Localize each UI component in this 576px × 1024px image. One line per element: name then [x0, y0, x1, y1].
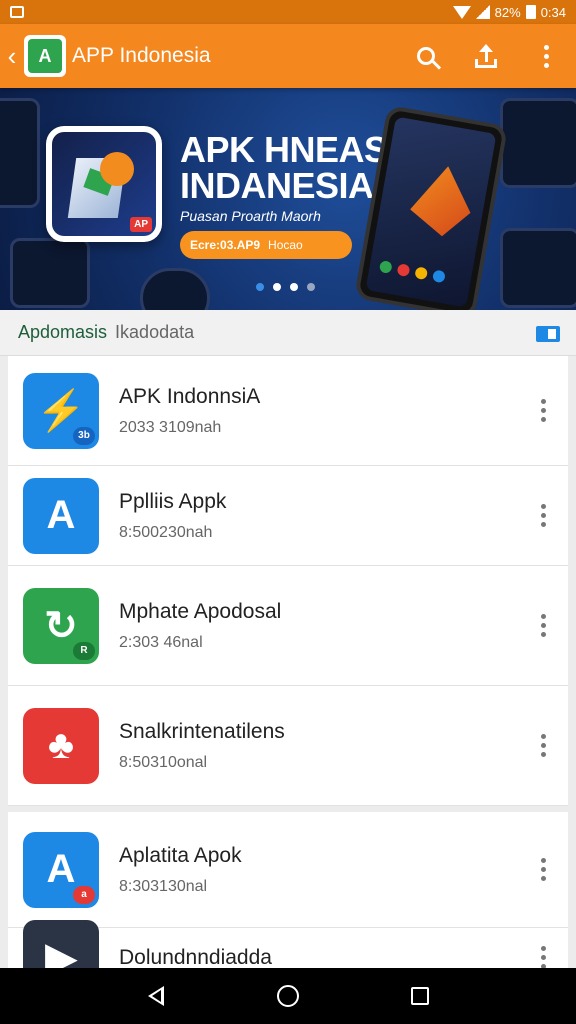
square-recents-icon: [411, 987, 429, 1005]
app-title: Aplatita Apok: [119, 843, 242, 867]
list-item[interactable]: ⚡ 3b APK IndonnsiA 2033 3109nah: [8, 356, 568, 466]
pager-dot[interactable]: [273, 283, 281, 291]
decorative-phone: [0, 98, 40, 208]
app-icon: ⚡ 3b: [23, 372, 99, 449]
item-overflow-button[interactable]: [518, 614, 568, 637]
app-logo-mark: A: [28, 39, 62, 73]
app-title: APP Indonesia: [72, 44, 211, 67]
section-header: Apdomasis Ikadodata: [0, 310, 576, 356]
item-overflow-button[interactable]: [518, 946, 568, 969]
banner-icon-badge: AP: [130, 217, 152, 232]
section-subtitle: Ikadodata: [115, 322, 195, 342]
upload-button[interactable]: [456, 24, 516, 88]
triangle-back-icon: [148, 986, 164, 1006]
chevron-left-icon: ‹: [7, 40, 17, 71]
app-subtitle: 8:500230nah: [119, 523, 213, 541]
app-icon: Aa: [23, 831, 99, 908]
pager-dot[interactable]: [307, 283, 315, 291]
back-button[interactable]: ‹: [2, 24, 22, 88]
item-overflow-button[interactable]: [518, 399, 568, 422]
notification-icon: [10, 6, 24, 18]
wifi-icon: [452, 5, 471, 19]
status-bar: 82% 0:34: [0, 0, 576, 24]
view-toggle-icon[interactable]: [536, 326, 560, 342]
search-button[interactable]: [396, 24, 456, 88]
list-item[interactable]: ♣ Snalkrintenatilens 8:50310onal: [8, 686, 568, 806]
app-subtitle: 2033 3109nah: [119, 418, 222, 436]
app-icon: A: [23, 477, 99, 554]
section-title: Apdomasis: [18, 322, 108, 342]
app-title: Pplliis Appk: [119, 489, 227, 513]
item-overflow-button[interactable]: [518, 858, 568, 881]
app-icon-badge: a: [73, 885, 95, 904]
list-item[interactable]: A Pplliis Appk 8:500230nah: [8, 466, 568, 566]
decorative-phone: [10, 238, 90, 308]
app-title: Snalkrintenatilens: [119, 719, 285, 743]
nav-recents-button[interactable]: [400, 976, 440, 1016]
circle-home-icon: [277, 985, 299, 1007]
banner-subtitle: Puasan Proarth Maorh: [180, 208, 321, 224]
promo-banner[interactable]: AP APK HNEASIA INDANESIA Puasan Proarth …: [0, 88, 576, 310]
app-subtitle: 8:303130nal: [119, 877, 208, 895]
app-bar: ‹ A APP Indonesia: [0, 24, 576, 88]
list-item[interactable]: ↻ R Mphate Apodosal 2:303 46nal: [8, 566, 568, 686]
app-icon-badge: R: [73, 641, 95, 660]
banner-pager[interactable]: [256, 283, 315, 291]
app-icon: ♣: [23, 707, 99, 784]
app-title: Mphate Apodosal: [119, 599, 282, 623]
banner-cta-button[interactable]: Ecre:03.AP9 Hocao: [180, 231, 352, 259]
app-subtitle: 8:50310onal: [119, 753, 208, 771]
banner-app-icon: AP: [46, 126, 162, 242]
item-overflow-button[interactable]: [518, 734, 568, 757]
clock: 0:34: [540, 4, 566, 20]
app-subtitle: 2:303 46nal: [119, 633, 203, 651]
more-vert-icon: [543, 44, 549, 68]
decorative-phone: [500, 228, 576, 308]
pager-dot[interactable]: [256, 283, 264, 291]
nav-back-button[interactable]: [136, 976, 176, 1016]
app-title: Dolundnndiadda: [119, 945, 272, 969]
app-icon: ↻ R: [23, 587, 99, 664]
search-icon: [417, 47, 435, 65]
battery-percent: 82%: [494, 4, 521, 20]
battery-icon: [525, 5, 536, 19]
decorative-phone: [140, 268, 210, 310]
app-logo: A: [24, 35, 66, 77]
navigation-bar: [0, 968, 576, 1024]
overflow-menu-button[interactable]: [516, 24, 576, 88]
app-title: APK IndonnsiA: [119, 384, 261, 408]
app-icon-badge: 3b: [73, 426, 95, 445]
nav-home-button[interactable]: [268, 976, 308, 1016]
decorative-phone: [500, 98, 576, 188]
pager-dot[interactable]: [290, 283, 298, 291]
list-item[interactable]: Aa Aplatita Apok 8:303130nal: [8, 812, 568, 928]
signal-icon: [475, 5, 490, 19]
item-overflow-button[interactable]: [518, 504, 568, 527]
upload-icon: [475, 44, 497, 68]
app-list: ⚡ 3b APK IndonnsiA 2033 3109nah A Pplliis App…: [8, 356, 568, 996]
